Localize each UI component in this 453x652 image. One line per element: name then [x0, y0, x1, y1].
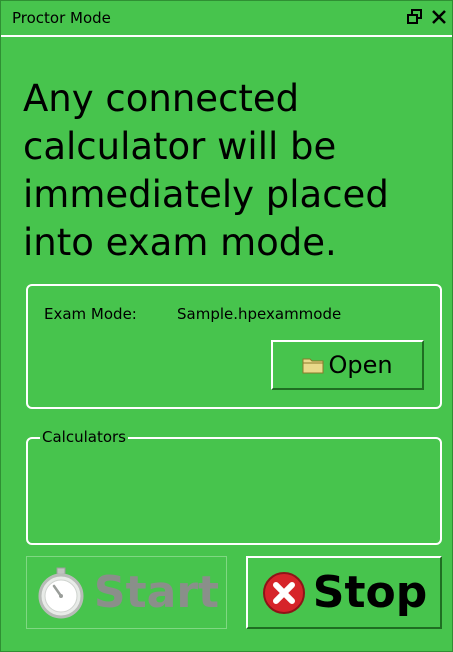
exam-mode-group: Exam Mode: Sample.hpexammode Open	[26, 284, 442, 409]
close-icon[interactable]	[429, 7, 449, 27]
folder-icon	[302, 358, 324, 374]
title-bar[interactable]: Proctor Mode	[1, 1, 452, 37]
stop-button[interactable]: Stop	[246, 556, 442, 629]
calculators-group: Calculators	[26, 428, 442, 545]
start-button[interactable]: Start	[26, 556, 227, 629]
calculators-list[interactable]	[36, 453, 432, 535]
open-button[interactable]: Open	[271, 340, 424, 390]
proctor-mode-window: Proctor Mode Any connected calculator wi…	[0, 0, 453, 652]
stopwatch-icon	[38, 567, 84, 618]
exam-mode-value: Sample.hpexammode	[177, 305, 342, 323]
restore-icon[interactable]	[405, 7, 425, 27]
open-button-label: Open	[328, 351, 393, 379]
instruction-headline: Any connected calculator will be immedia…	[23, 77, 389, 264]
stop-x-icon	[262, 571, 305, 614]
exam-mode-label: Exam Mode:	[44, 305, 137, 323]
calculators-legend: Calculators	[40, 428, 128, 446]
start-button-label: Start	[93, 567, 220, 618]
stop-button-label: Stop	[312, 567, 428, 618]
window-title: Proctor Mode	[12, 9, 111, 27]
